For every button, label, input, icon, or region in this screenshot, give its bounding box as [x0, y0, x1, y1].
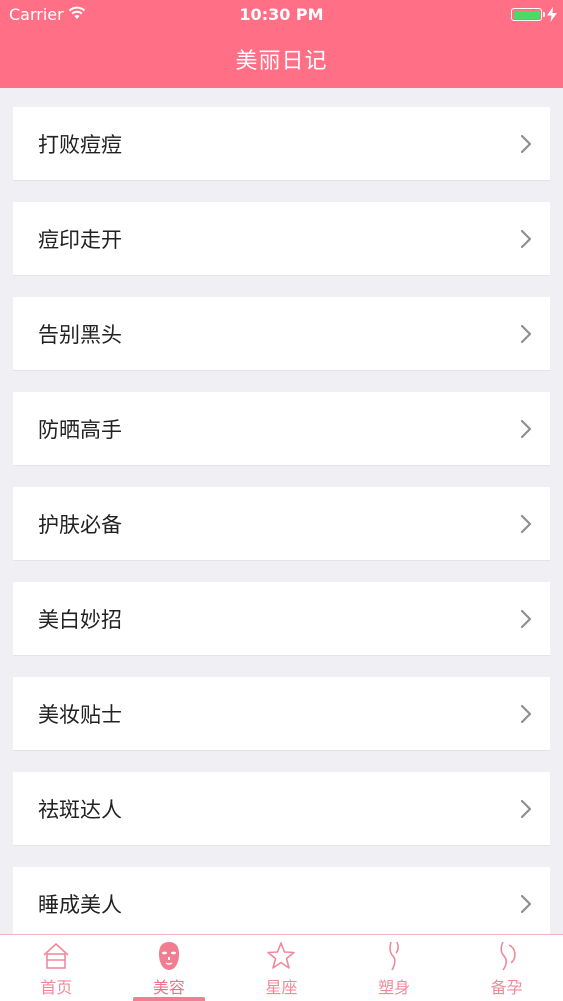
chevron-right-icon [520, 894, 532, 913]
list-item-label: 睡成美人 [38, 892, 122, 917]
chevron-right-icon [520, 704, 532, 723]
star-icon [267, 942, 296, 969]
list-item[interactable]: 防晒高手 [13, 392, 550, 466]
list-item[interactable]: 护肤必备 [13, 487, 550, 561]
page-title: 美丽日记 [235, 49, 328, 74]
tab-label: 美容 [152, 978, 185, 997]
charging-bolt-icon [547, 7, 557, 22]
tab-horoscope[interactable]: 星座 [225, 935, 338, 1001]
chevron-right-icon [520, 229, 532, 248]
active-tab-indicator [132, 997, 206, 1001]
list-item-label: 痘印走开 [38, 227, 122, 252]
list-item[interactable]: 痘印走开 [13, 202, 550, 276]
list-item-label: 祛斑达人 [38, 797, 122, 822]
list-item[interactable]: 睡成美人 [13, 867, 550, 941]
battery-icon [511, 8, 542, 21]
tab-beauty[interactable]: 美容 [113, 935, 226, 1001]
list-item-label: 打败痘痘 [38, 132, 122, 157]
status-time: 10:30 PM [239, 5, 324, 24]
tab-pregnancy-prep[interactable]: 备孕 [450, 935, 563, 1001]
list-item-label: 美白妙招 [38, 607, 122, 632]
tab-bar: 首页 美容 星座 塑身 备孕 [0, 934, 563, 1001]
list-item[interactable]: 美白妙招 [13, 582, 550, 656]
tab-label: 首页 [40, 978, 73, 997]
tab-home[interactable]: 首页 [0, 935, 113, 1001]
chevron-right-icon [520, 134, 532, 153]
category-list: 打败痘痘 痘印走开 告别黑头 防晒高手 护肤必备 美白妙招 美妆贴士 祛斑达人 … [13, 107, 550, 962]
pregnancy-icon [500, 941, 516, 971]
chevron-right-icon [520, 324, 532, 343]
tab-body-shaping[interactable]: 塑身 [338, 935, 451, 1001]
list-item-label: 美妆贴士 [38, 702, 122, 727]
tab-label: 星座 [265, 978, 298, 997]
list-item[interactable]: 打败痘痘 [13, 107, 550, 181]
chevron-right-icon [520, 609, 532, 628]
status-bar: Carrier 10:30 PM [0, 0, 563, 30]
list-item[interactable]: 美妆贴士 [13, 677, 550, 751]
tab-label: 备孕 [490, 978, 523, 997]
face-mask-icon [158, 942, 179, 970]
home-icon [43, 943, 69, 969]
chevron-right-icon [520, 419, 532, 438]
list-item-label: 告别黑头 [38, 322, 122, 347]
tab-label: 塑身 [378, 978, 411, 997]
navigation-bar: 美丽日记 [0, 30, 563, 88]
list-item-label: 防晒高手 [38, 417, 122, 442]
body-shape-icon [389, 941, 399, 971]
list-item[interactable]: 祛斑达人 [13, 772, 550, 846]
list-item[interactable]: 告别黑头 [13, 297, 550, 371]
chevron-right-icon [520, 514, 532, 533]
chevron-right-icon [520, 799, 532, 818]
list-item-label: 护肤必备 [38, 512, 122, 537]
